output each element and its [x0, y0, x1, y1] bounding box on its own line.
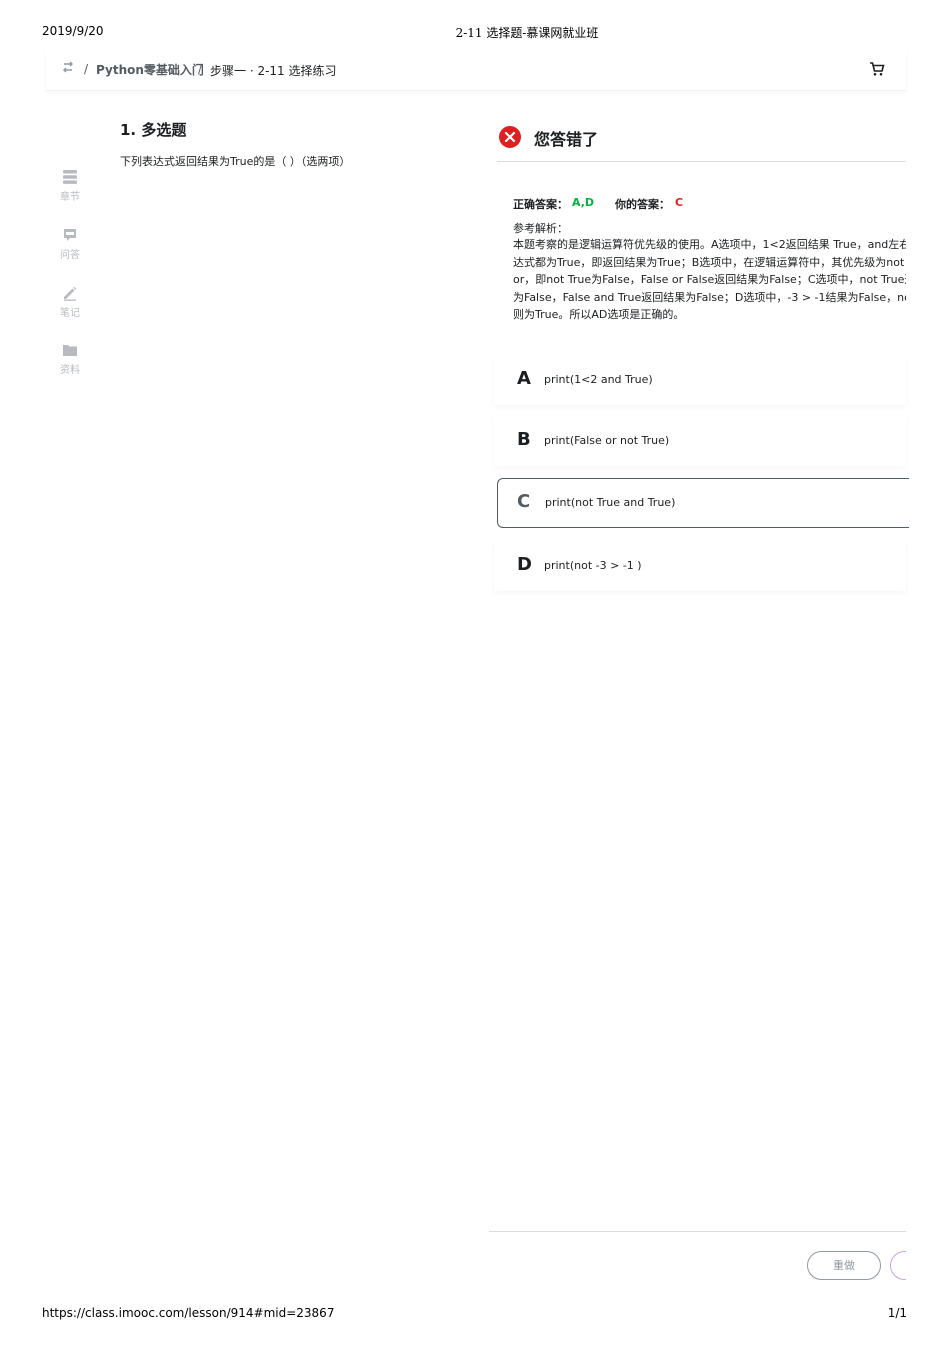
analysis-label: 参考解析： [513, 222, 568, 235]
analysis-line: 为False，False and True返回结果为False；D选项中，-3 … [513, 290, 906, 304]
sidebar-item-notes[interactable]: 笔记 [52, 284, 88, 319]
note-icon [64, 286, 77, 301]
bottom-divider [489, 1231, 906, 1232]
your-answer-label: 你的答案： [615, 198, 670, 211]
print-url: https://class.imooc.com/lesson/914#mid=2… [42, 1306, 335, 1320]
shopping-cart-icon[interactable] [869, 61, 887, 79]
your-answer-value: C [675, 196, 684, 209]
correct-answer-value: A,D [572, 196, 595, 209]
option-d[interactable]: D print(not -3 > -1 ) [494, 541, 906, 591]
sidebar-item-materials[interactable]: 资料 [52, 341, 88, 376]
option-letter: A [517, 368, 531, 389]
back-arrows-icon[interactable] [62, 60, 76, 76]
option-text: print(1<2 and True) [544, 373, 653, 386]
option-letter: D [517, 554, 532, 575]
option-letter: B [517, 429, 531, 450]
sidebar-item-label: 笔记 [60, 308, 80, 319]
result-title: 您答错了 [534, 130, 599, 149]
print-title: 2-11 选择题-慕课网就业班 [455, 26, 599, 40]
correct-answer-label: 正确答案： [513, 198, 568, 211]
analysis-text: 本题考察的是逻辑运算符优先级的使用。A选项中，1<2返回结果 True，and左… [513, 236, 906, 326]
question-text: 下列表达式返回结果为True的是（ ）（选两项） [120, 155, 351, 168]
next-button[interactable] [890, 1251, 906, 1280]
wrong-answer-icon [498, 125, 522, 149]
sidebar-item-label: 问答 [60, 250, 80, 261]
folder-icon [63, 345, 77, 356]
question-title: 1. 多选题 [120, 121, 187, 139]
analysis-line: 本题考察的是逻辑运算符优先级的使用。A选项中，1<2返回结果 True，and左… [513, 238, 906, 251]
breadcrumb-separator: / [198, 62, 203, 76]
option-b[interactable]: B print(False or not True) [494, 416, 906, 466]
option-text: print(not True and True) [545, 496, 676, 509]
sidebar-item-chapter[interactable]: 章节 [52, 168, 88, 203]
analysis-line: or，即not True为False，False or False返回结果为Fa… [513, 273, 906, 286]
analysis-line: 则为True。所以AD选项是正确的。 [513, 308, 685, 321]
sidebar-item-qa[interactable]: 问答 [52, 226, 88, 261]
qa-icon [64, 229, 76, 241]
breadcrumb-current-step: 步骤一 · 2-11 选择练习 [210, 64, 337, 78]
breadcrumb-course-link[interactable]: Python零基础入门 [96, 61, 204, 78]
print-page-number: 1/1 [887, 1306, 907, 1320]
chapter-icon [63, 170, 77, 184]
option-a[interactable]: A print(1<2 and True) [494, 355, 906, 405]
sidebar-item-label: 资料 [60, 365, 80, 376]
sidebar-item-label: 章节 [60, 192, 80, 203]
result-divider [497, 161, 906, 162]
breadcrumb-separator: / [84, 62, 89, 76]
option-c[interactable]: C print(not True and True) [497, 478, 909, 528]
option-text: print(not -3 > -1 ) [544, 559, 642, 572]
analysis-line: 达式都为True，即返回结果为True；B选项中，在逻辑运算符中，其优先级为no… [513, 255, 905, 269]
option-text: print(False or not True) [544, 434, 670, 447]
option-letter: C [517, 491, 531, 512]
redo-button[interactable]: 重做 [807, 1251, 881, 1280]
